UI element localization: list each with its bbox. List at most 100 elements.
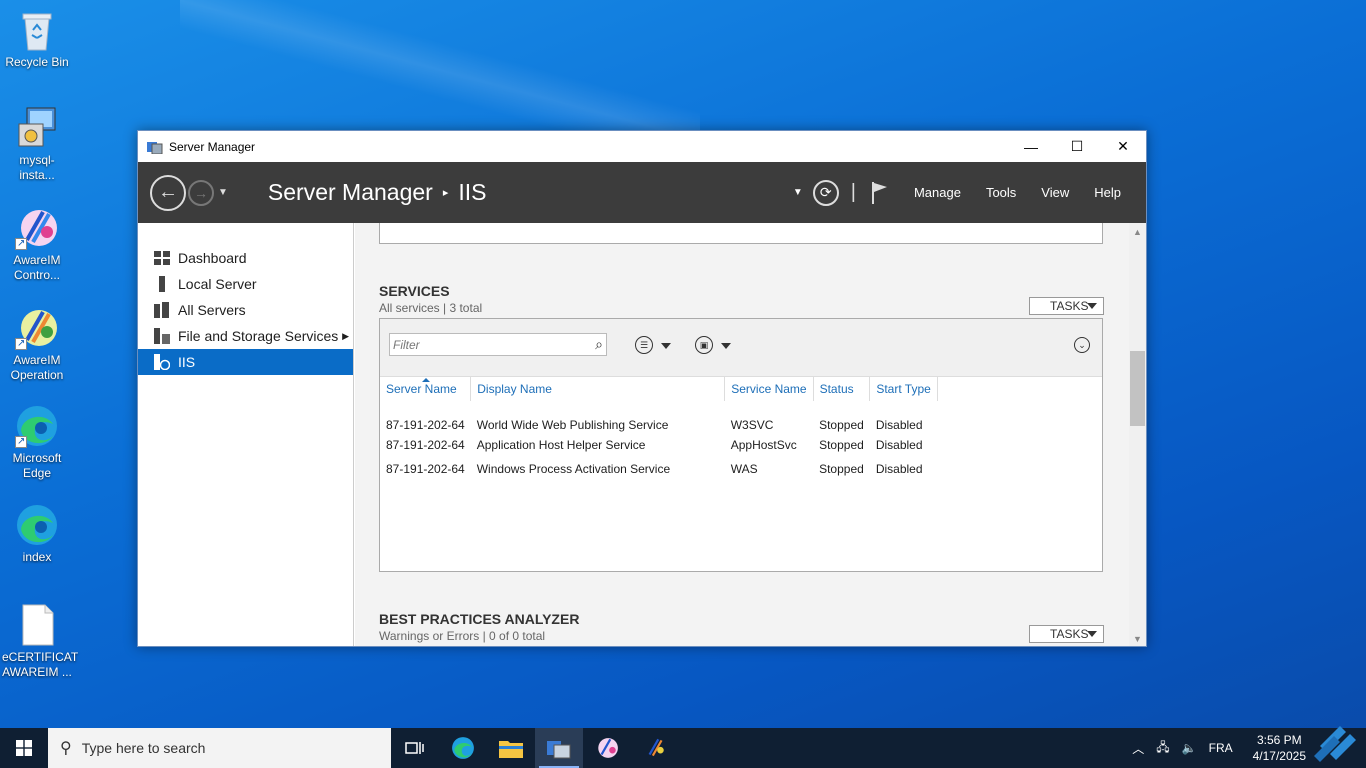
previous-section-panel — [379, 223, 1103, 244]
sidebar-item-dashboard[interactable]: Dashboard — [138, 245, 353, 271]
scroll-up-icon[interactable]: ▲ — [1129, 227, 1146, 237]
edge-icon — [452, 737, 474, 759]
table-row[interactable]: 87-191-202-64 Windows Process Activation… — [380, 457, 937, 481]
services-toolbar: Filter ⌕ ☰ ▣ ⌄ — [380, 319, 1102, 377]
desktop-icon-label: AwareIM Operation — [10, 353, 64, 382]
services-table: Server Name Display Name Service Name St… — [380, 377, 938, 481]
iis-icon — [154, 354, 170, 370]
app-header: ← → ▼ Server Manager ▸ IIS ▼ ⟳ | Manage … — [138, 162, 1146, 223]
sidebar-item-label: All Servers — [178, 302, 246, 318]
cell-display-name: World Wide Web Publishing Service — [476, 418, 669, 432]
divider: | — [850, 181, 856, 203]
column-header-status[interactable]: Status — [813, 377, 871, 401]
save-query-caret-icon[interactable] — [721, 343, 731, 349]
maximize-button[interactable]: ☐ — [1054, 131, 1100, 162]
taskbar-awareim-operation[interactable] — [631, 728, 679, 768]
list-options-icon[interactable]: ☰ — [635, 336, 653, 354]
desktop-icon-awareim-control[interactable]: AwareIM Contro... — [2, 206, 72, 283]
bpa-subtitle: Warnings or Errors | 0 of 0 total — [379, 629, 546, 643]
desktop-icon-awareim-operation[interactable]: AwareIM Operation — [2, 306, 72, 383]
cell-service-name: AppHostSvc — [730, 438, 797, 452]
breadcrumb-separator-icon: ▸ — [442, 187, 449, 199]
bpa-title: BEST PRACTICES ANALYZER — [379, 611, 580, 627]
filter-placeholder: Filter — [393, 338, 420, 352]
shortcut-arrow-icon — [15, 434, 27, 449]
sidebar-item-iis[interactable]: IIS — [138, 349, 353, 375]
desktop-icon-edge[interactable]: Microsoft Edge — [2, 404, 72, 481]
dropdown-icon[interactable]: ▼ — [793, 187, 803, 198]
language-indicator[interactable]: FRA — [1209, 741, 1233, 755]
cell-display-name: Windows Process Activation Service — [476, 462, 671, 476]
menu-manage[interactable]: Manage — [914, 185, 961, 200]
desktop-icon-label: Microsoft Edge — [12, 451, 62, 480]
taskbar-search-box[interactable]: ⚲ Type here to search — [48, 728, 391, 768]
column-header-service-name[interactable]: Service Name — [724, 377, 814, 401]
save-query-icon[interactable]: ▣ — [695, 336, 713, 354]
list-options-caret-icon[interactable] — [661, 343, 671, 349]
desktop-icon-ecertificat[interactable]: eCERTIFICAT AWAREIM ... — [2, 603, 78, 680]
forward-arrow-icon[interactable]: → — [188, 179, 214, 206]
services-panel: Filter ⌕ ☰ ▣ ⌄ Server Name Display Name … — [379, 318, 1103, 572]
server-manager-app-icon — [147, 140, 163, 154]
expand-arrow-icon[interactable]: ▶ — [342, 331, 349, 342]
server-icon — [154, 276, 170, 292]
back-arrow-icon[interactable]: ← — [150, 174, 186, 211]
volume-muted-icon[interactable]: 🔈 — [1182, 741, 1197, 755]
menu-help[interactable]: Help — [1094, 185, 1121, 200]
breadcrumb-root[interactable]: Server Manager — [268, 179, 433, 206]
title-bar[interactable]: Server Manager — ☐ ✕ — [138, 131, 1146, 162]
scroll-down-icon[interactable]: ▼ — [1129, 634, 1146, 644]
column-header-display-name[interactable]: Display Name — [470, 377, 726, 401]
cell-server-name: 87-191-202-64 — [386, 462, 465, 476]
bpa-tasks-button[interactable]: TASKS — [1029, 625, 1104, 643]
clock-time: 3:56 PM — [1256, 733, 1302, 747]
menu-tools[interactable]: Tools — [986, 185, 1016, 200]
clock[interactable]: 3:56 PM 4/17/2025 — [1253, 732, 1306, 764]
desktop-icon-label: index — [22, 550, 52, 564]
sidebar-item-local-server[interactable]: Local Server — [138, 271, 353, 297]
sidebar-item-file-storage[interactable]: File and Storage Services ▶ — [138, 323, 353, 349]
table-row[interactable]: 87-191-202-64 Application Host Helper Se… — [380, 433, 937, 457]
sidebar-item-label: IIS — [178, 354, 196, 370]
scrollbar-thumb[interactable] — [1130, 351, 1145, 426]
services-tasks-button[interactable]: TASKS — [1029, 297, 1104, 315]
awareim-operation-icon — [648, 738, 664, 757]
document-icon — [15, 603, 59, 647]
desktop-icon-recycle-bin[interactable]: Recycle Bin — [2, 8, 72, 70]
taskbar-edge[interactable] — [439, 728, 487, 768]
notifications-flag-icon[interactable] — [870, 181, 890, 205]
installer-icon — [15, 106, 59, 150]
close-button[interactable]: ✕ — [1100, 131, 1146, 162]
minimize-button[interactable]: — — [1008, 131, 1054, 162]
history-dropdown-icon[interactable]: ▼ — [218, 187, 228, 198]
sidebar: Dashboard Local Server All Servers File … — [138, 223, 354, 646]
cell-display-name: Application Host Helper Service — [476, 438, 646, 452]
taskbar-server-manager[interactable] — [535, 728, 583, 768]
start-button[interactable] — [0, 728, 48, 768]
taskbar: ⚲ Type here to search ︿ 🖧 🔈 FRA 3:56 PM … — [0, 726, 1366, 768]
table-row[interactable]: 87-191-202-64 World Wide Web Publishing … — [380, 401, 937, 433]
desktop-icon-label: Recycle Bin — [5, 55, 69, 69]
column-header-start-type[interactable]: Start Type — [869, 377, 938, 401]
vertical-scrollbar[interactable]: ▲ ▼ — [1129, 223, 1146, 646]
menu-view[interactable]: View — [1041, 185, 1069, 200]
column-header-server-name[interactable]: Server Name — [380, 377, 472, 401]
refresh-icon[interactable]: ⟳ — [812, 179, 839, 206]
chevron-up-icon[interactable]: ︿ — [1132, 740, 1144, 757]
filter-input[interactable]: Filter ⌕ — [389, 333, 607, 356]
expand-chevron-icon[interactable]: ⌄ — [1074, 337, 1090, 353]
sidebar-item-all-servers[interactable]: All Servers — [138, 297, 353, 323]
tasks-label: TASKS — [1050, 627, 1089, 641]
cell-start-type: Disabled — [875, 418, 923, 432]
desktop-icon-mysql-installer[interactable]: mysql-insta... — [2, 106, 72, 183]
search-icon[interactable]: ⌕ — [595, 336, 603, 353]
network-icon[interactable]: 🖧 — [1156, 738, 1169, 759]
tasks-label: TASKS — [1050, 299, 1089, 313]
taskbar-awareim-control[interactable] — [583, 728, 631, 768]
awareim-control-icon — [598, 738, 618, 758]
taskbar-file-explorer[interactable] — [487, 728, 535, 768]
desktop-icon-label: mysql-insta... — [19, 153, 55, 182]
task-view-button[interactable] — [391, 728, 439, 768]
cell-status: Stopped — [819, 418, 864, 432]
desktop-icon-index[interactable]: index — [2, 503, 72, 565]
